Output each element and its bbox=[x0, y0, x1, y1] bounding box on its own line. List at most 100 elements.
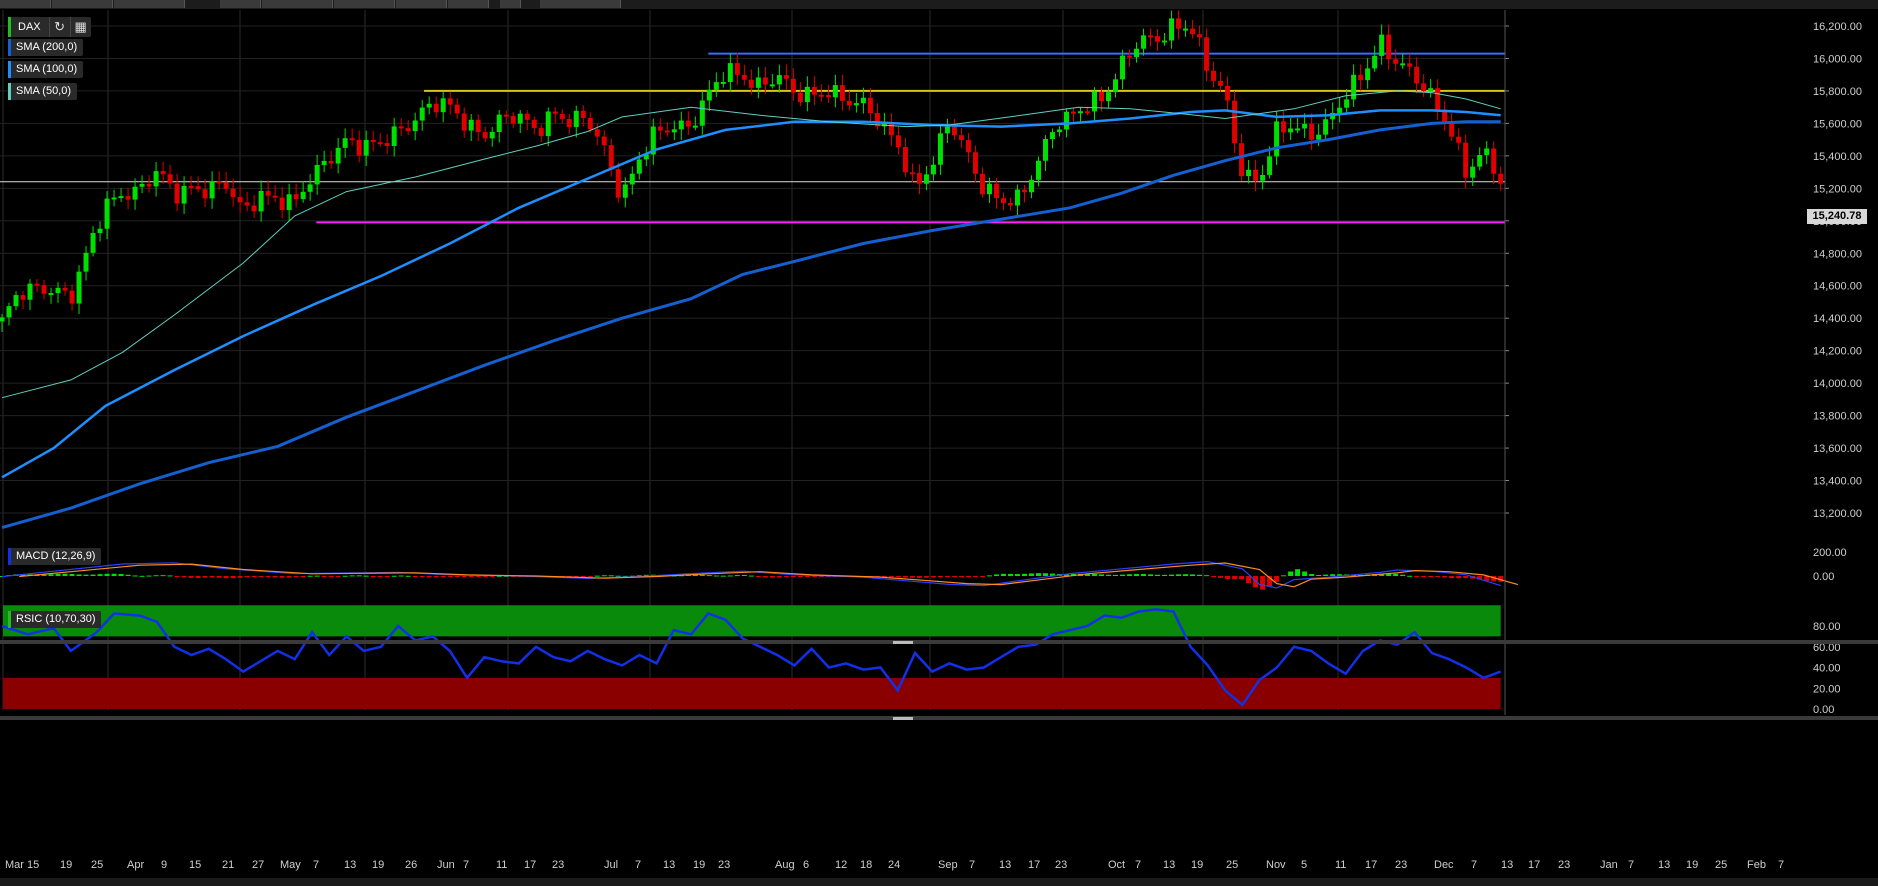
candle-down bbox=[839, 85, 845, 101]
rsi-oversold-zone bbox=[3, 677, 1501, 709]
candle-down bbox=[958, 135, 964, 141]
macd-bar bbox=[1323, 574, 1329, 576]
rsi-overbought-zone bbox=[3, 605, 1501, 637]
date-tick-label: 23 bbox=[718, 859, 730, 871]
sma100-legend[interactable]: SMA (100,0) bbox=[8, 61, 84, 78]
macd-bar bbox=[1400, 574, 1406, 576]
date-tick-label: 7 bbox=[1471, 859, 1477, 871]
candle-up bbox=[342, 138, 348, 148]
candle-up bbox=[496, 114, 502, 132]
macd-bar bbox=[440, 576, 446, 577]
candle-down bbox=[482, 132, 488, 139]
candle-up bbox=[1260, 174, 1266, 181]
candle-down bbox=[34, 283, 40, 286]
candle-up bbox=[832, 85, 838, 98]
candle-up bbox=[258, 190, 264, 212]
date-tick-label: 19 bbox=[60, 859, 72, 871]
macd-bar bbox=[1190, 574, 1196, 576]
macd-bar bbox=[1148, 574, 1154, 576]
macd-bar bbox=[734, 575, 740, 577]
candle-down bbox=[902, 146, 908, 173]
macd-bar bbox=[62, 573, 68, 576]
candle-down bbox=[202, 189, 208, 199]
candle-up bbox=[440, 98, 446, 113]
candle-down bbox=[979, 173, 985, 195]
macd-bar bbox=[48, 574, 54, 576]
date-tick-label: 13 bbox=[1658, 859, 1670, 871]
candle-up bbox=[545, 111, 551, 137]
macd-bar bbox=[461, 576, 467, 577]
date-tick-label: 13 bbox=[1501, 859, 1513, 871]
macd-bar bbox=[328, 576, 334, 577]
macd-bar bbox=[314, 575, 320, 577]
macd-bar bbox=[1407, 575, 1413, 577]
candle-down bbox=[377, 142, 383, 145]
macd-bar bbox=[769, 576, 775, 578]
candle-up bbox=[307, 184, 313, 192]
macd-bar bbox=[370, 576, 376, 577]
macd-bar bbox=[83, 574, 89, 576]
macd-bar bbox=[783, 576, 789, 578]
macd-bar bbox=[1225, 576, 1231, 580]
candle-down bbox=[1498, 173, 1504, 184]
candle-up bbox=[181, 185, 187, 204]
candle-down bbox=[230, 188, 236, 197]
calendar-icon[interactable]: ▦ bbox=[69, 17, 91, 37]
candle-up bbox=[1246, 169, 1252, 177]
rsic-legend[interactable]: RSIC (10,70,30) bbox=[8, 611, 102, 628]
candle-down bbox=[664, 130, 670, 133]
candle-up bbox=[209, 181, 215, 199]
candle-up bbox=[1134, 48, 1140, 58]
rsi-axis: 80.0060.0040.0020.000.00 bbox=[1813, 621, 1841, 716]
date-tick-label: 7 bbox=[463, 859, 469, 871]
macd-bar bbox=[1155, 574, 1161, 576]
macd-bar bbox=[1246, 576, 1252, 584]
date-tick-label: 7 bbox=[1628, 859, 1634, 871]
date-tick-label: Oct bbox=[1108, 859, 1125, 871]
macd-bar bbox=[251, 576, 257, 577]
instrument-label[interactable]: DAX bbox=[8, 17, 49, 37]
candle-up bbox=[1344, 99, 1350, 108]
candle-down bbox=[1414, 66, 1420, 84]
candle-up bbox=[699, 100, 705, 126]
date-tick-label: 12 bbox=[835, 859, 847, 871]
candle-down bbox=[1225, 85, 1231, 101]
candle-down bbox=[818, 94, 824, 97]
macd-bar bbox=[993, 574, 999, 576]
candle-up bbox=[755, 77, 761, 88]
macd-bar bbox=[979, 576, 985, 577]
macd-bar bbox=[1106, 574, 1112, 576]
macd-bar bbox=[1000, 573, 1006, 576]
macd-bar bbox=[258, 576, 264, 577]
macd-bar bbox=[1449, 576, 1455, 579]
chart-canvas[interactable]: 16,200.00 16,000.00 15,800.00 15,600.00 15,4… bbox=[0, 0, 1878, 886]
macd-bar bbox=[1281, 575, 1287, 577]
date-tick-label: Jan bbox=[1600, 859, 1618, 871]
horizontal-levels[interactable] bbox=[0, 52, 1505, 224]
bottom-scroll-bar[interactable] bbox=[0, 878, 1878, 886]
macd-bar bbox=[195, 576, 201, 578]
sma50-legend[interactable]: SMA (50,0) bbox=[8, 83, 78, 100]
candle-up bbox=[391, 126, 397, 146]
macd-legend[interactable]: MACD (12,26,9) bbox=[8, 548, 102, 565]
macd-bar bbox=[1007, 573, 1013, 576]
candle-up bbox=[0, 317, 5, 322]
candle-down bbox=[475, 119, 481, 133]
candle-down bbox=[461, 113, 467, 131]
candle-up bbox=[930, 164, 936, 175]
refresh-icon[interactable]: ↻ bbox=[48, 17, 70, 37]
candle-up bbox=[1316, 134, 1322, 140]
macd-bar bbox=[1414, 576, 1420, 577]
sma200-legend[interactable]: SMA (200,0) bbox=[8, 39, 84, 56]
candle-down bbox=[615, 169, 621, 198]
candle-down bbox=[433, 103, 439, 113]
pane-divider[interactable] bbox=[0, 716, 1878, 720]
date-tick-label: Aug bbox=[775, 859, 795, 871]
candle-down bbox=[790, 78, 796, 93]
candle-down bbox=[1007, 202, 1013, 206]
macd-bar bbox=[1393, 573, 1399, 576]
pane-divider[interactable] bbox=[0, 640, 1878, 644]
candle-up bbox=[55, 287, 61, 294]
candle-up bbox=[622, 184, 628, 198]
candle-down bbox=[1070, 111, 1076, 114]
